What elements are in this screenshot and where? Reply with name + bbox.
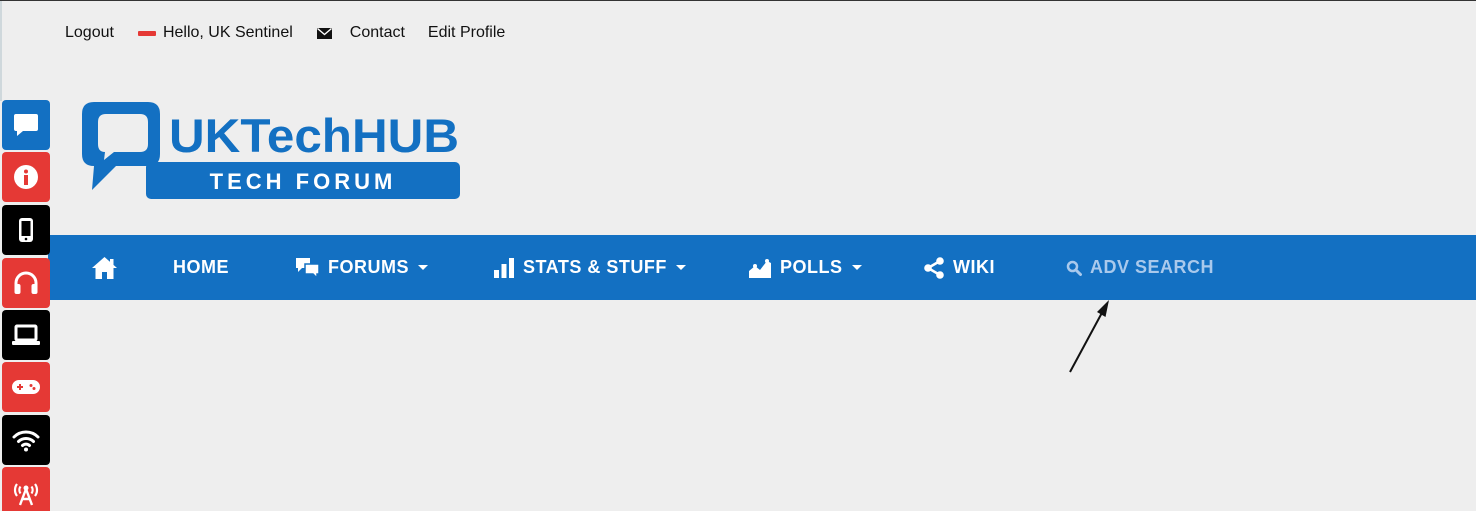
nav-home[interactable]: HOME xyxy=(173,235,229,300)
headphones-icon xyxy=(14,271,38,294)
side-laptop-button[interactable] xyxy=(2,310,50,360)
logo-tagline-text: TECH FORUM xyxy=(210,169,397,194)
side-broadcast-button[interactable] xyxy=(2,467,50,511)
info-icon xyxy=(14,165,38,189)
side-mobile-button[interactable] xyxy=(2,205,50,255)
side-audio-button[interactable] xyxy=(2,258,50,308)
side-info-button[interactable] xyxy=(2,152,50,202)
area-chart-icon xyxy=(748,257,772,279)
home-icon xyxy=(92,256,117,279)
nav-home-icon-button[interactable] xyxy=(91,235,118,300)
nav-polls[interactable]: POLLS xyxy=(748,235,862,300)
nav-adv-search-label: ADV SEARCH xyxy=(1090,257,1215,277)
greeting-text: Hello, UK Sentinel xyxy=(162,24,293,41)
chevron-down-icon xyxy=(675,265,686,270)
side-gaming-button[interactable] xyxy=(2,362,50,412)
nav-wiki[interactable]: WIKI xyxy=(923,235,995,300)
annotation-arrow xyxy=(1069,300,1109,373)
side-chat-button[interactable] xyxy=(2,100,50,150)
nav-forums-label: FORUMS xyxy=(328,257,409,277)
page-edge xyxy=(0,1,2,101)
envelope-icon xyxy=(316,27,332,39)
contact-link[interactable]: Contact xyxy=(316,24,405,42)
mobile-phone-icon xyxy=(19,218,33,242)
nav-stats-label: STATS & STUFF xyxy=(523,257,667,277)
nav-home-label: HOME xyxy=(173,257,229,277)
gamepad-icon xyxy=(12,380,40,394)
top-links: Logout Hello, UK Sentinel Contact Edit P… xyxy=(65,23,505,43)
broadcast-tower-icon xyxy=(13,483,39,506)
wifi-icon xyxy=(12,430,40,452)
nav-adv-search[interactable]: ADV SEARCH xyxy=(1066,235,1214,300)
edit-profile-link[interactable]: Edit Profile xyxy=(428,24,505,42)
nav-stats[interactable]: STATS & STUFF xyxy=(493,235,686,300)
chevron-down-icon xyxy=(851,265,862,270)
logo-brand-text: UKTechHUB xyxy=(169,109,459,162)
chevron-down-icon xyxy=(418,265,428,270)
nav-forums[interactable]: FORUMS xyxy=(295,235,428,300)
side-network-button[interactable] xyxy=(2,415,50,465)
share-icon xyxy=(923,256,945,279)
search-icon xyxy=(1066,260,1082,276)
contact-text: Contact xyxy=(349,24,405,41)
flag-icon xyxy=(137,30,156,36)
comments-icon xyxy=(295,257,320,279)
nav-polls-label: POLLS xyxy=(780,257,843,277)
bar-chart-icon xyxy=(493,257,515,279)
laptop-icon xyxy=(12,324,40,345)
nav-wiki-label: WIKI xyxy=(953,257,995,277)
user-greeting-link[interactable]: Hello, UK Sentinel xyxy=(137,24,293,42)
chat-icon xyxy=(14,114,38,136)
logout-link[interactable]: Logout xyxy=(65,24,114,42)
main-navbar: HOME FORUMS STATS & STUFF POLLS WIKI ADV… xyxy=(48,235,1476,300)
uktechhub-logo[interactable]: UKTechHUB TECH FORUM xyxy=(82,102,462,202)
